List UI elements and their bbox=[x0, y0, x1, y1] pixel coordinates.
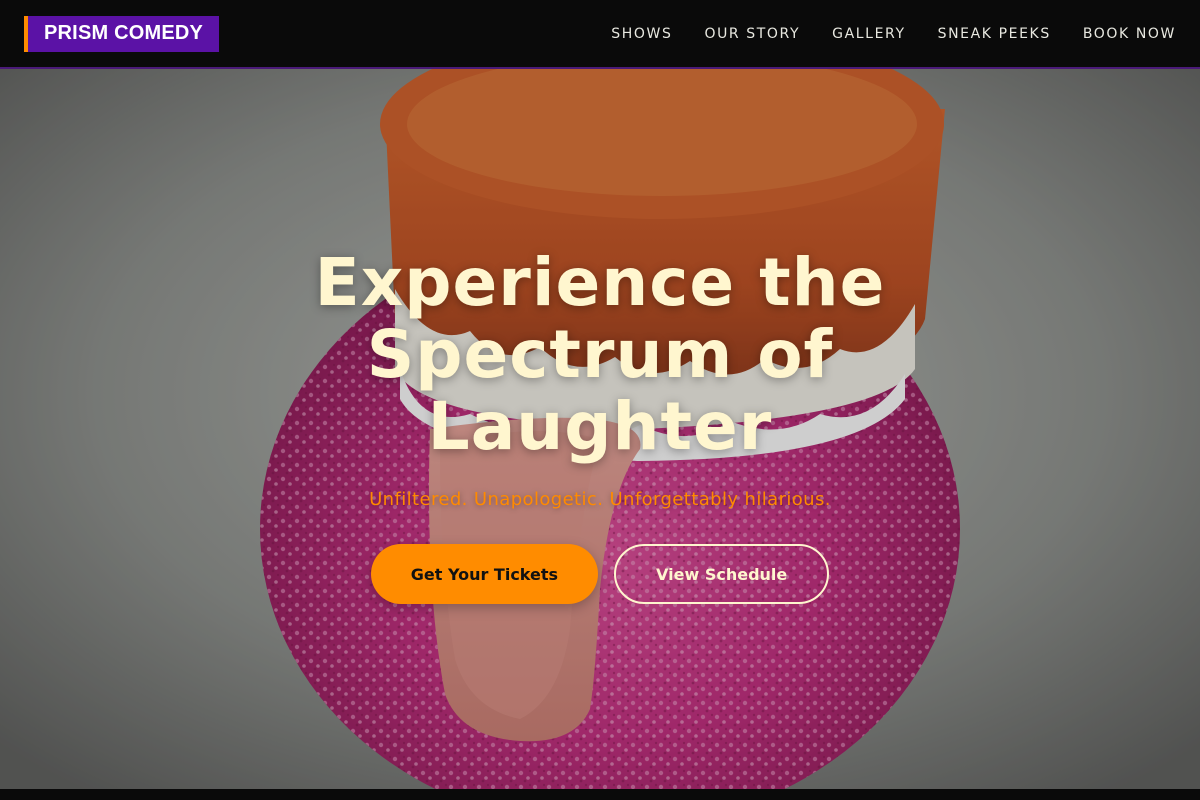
nav-link-gallery[interactable]: GALLERY bbox=[832, 26, 905, 42]
nav-link-sneak-peeks[interactable]: SNEAK PEEKS bbox=[938, 26, 1051, 42]
nav-link-our-story[interactable]: OUR STORY bbox=[704, 26, 800, 42]
hero-content: Experience the Spectrum of Laughter Unfi… bbox=[0, 69, 1200, 789]
nav-link-book-now[interactable]: BOOK NOW bbox=[1083, 26, 1176, 42]
site-header: PRISM COMEDY SHOWS OUR STORY GALLERY SNE… bbox=[0, 0, 1200, 69]
section-divider bbox=[0, 789, 1200, 800]
hero-section: Experience the Spectrum of Laughter Unfi… bbox=[0, 69, 1200, 789]
hero-subtitle: Unfiltered. Unapologetic. Unforgettably … bbox=[369, 489, 831, 510]
nav-link-shows[interactable]: SHOWS bbox=[611, 26, 672, 42]
view-schedule-button[interactable]: View Schedule bbox=[614, 544, 830, 604]
hero-buttons: Get Your Tickets View Schedule bbox=[370, 544, 830, 604]
main-nav: SHOWS OUR STORY GALLERY SNEAK PEEKS BOOK… bbox=[611, 26, 1176, 42]
brand-logo[interactable]: PRISM COMEDY bbox=[24, 15, 220, 52]
get-tickets-button[interactable]: Get Your Tickets bbox=[370, 544, 599, 604]
hero-title: Experience the Spectrum of Laughter bbox=[314, 244, 886, 465]
